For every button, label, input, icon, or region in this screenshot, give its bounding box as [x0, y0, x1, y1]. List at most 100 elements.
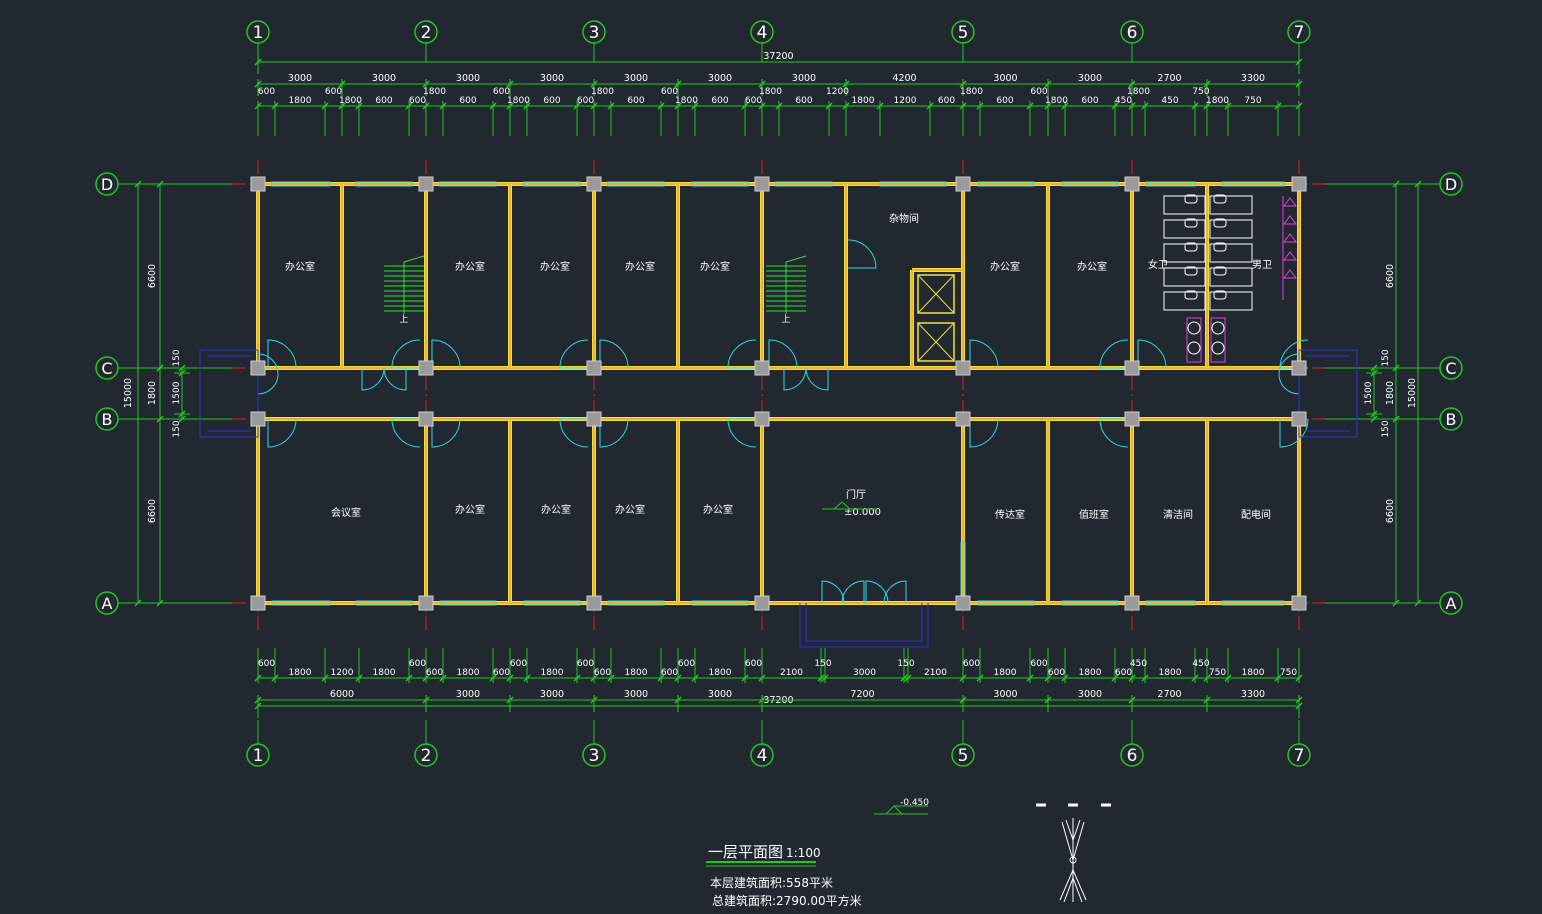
structural-column — [1124, 360, 1140, 376]
top-detail-dim-label: 600 — [409, 96, 426, 106]
bottom-bay-dim-label: 3000 — [1078, 689, 1102, 700]
bottom-detail-dim-label: 600 — [510, 659, 527, 669]
office-door-north — [1099, 339, 1129, 369]
grid-bubble-col-5: 5 — [958, 23, 969, 43]
grid-bubble-col-6: 6 — [1127, 746, 1138, 766]
bottom-detail-dim-label: 600 — [426, 668, 443, 678]
top-detail-dim-label: 1800 — [289, 96, 312, 106]
top-bay-dim-label: 3000 — [792, 73, 816, 84]
top-detail-dim-label: 1800 — [507, 96, 530, 106]
left-detail-label-mid: 1500 — [172, 381, 182, 404]
entrance-door — [841, 580, 865, 604]
grid-bubble-col-4: 4 — [757, 746, 768, 766]
office-door-north — [267, 339, 297, 369]
elevator-cross — [917, 274, 955, 314]
bottom-detail-dim-label: 1800 — [373, 668, 396, 678]
walls — [256, 182, 1301, 605]
grid-bubble-col-6: 6 — [1127, 23, 1138, 43]
sink-icon — [1187, 341, 1201, 355]
drawing-scale: 1:100 — [786, 846, 821, 860]
left-bay-label-top: 6600 — [147, 264, 158, 288]
grid-bubble-col-2: 2 — [421, 746, 432, 766]
grid-bubble-row-D: D — [1445, 175, 1457, 194]
top-detail-dim-label: 1800 — [1127, 87, 1150, 97]
top-detail-dim-label: 600 — [577, 96, 594, 106]
top-bay-dim-label: 3000 — [372, 73, 396, 84]
bottom-detail-dim-label: 1800 — [1079, 668, 1102, 678]
top-detail-dim-label: 1200 — [826, 87, 849, 97]
urinal-icon — [1283, 233, 1297, 243]
top-detail-dim-label: 600 — [745, 96, 762, 106]
structural-column — [955, 411, 971, 427]
structural-column — [955, 595, 971, 611]
structural-column — [250, 411, 266, 427]
bottom-detail-dim-label: 600 — [963, 659, 980, 669]
room-label-north: 办公室 — [1077, 260, 1107, 273]
floor-area-text: 本层建筑面积:558平米 — [710, 875, 833, 890]
office-door-north — [559, 339, 589, 369]
doors — [257, 239, 1309, 604]
bottom-bay-dim-label: 3000 — [456, 689, 480, 700]
top-detail-dim-label: 1800 — [1045, 96, 1068, 106]
stair-icon-arrow — [403, 255, 425, 314]
room-label-north: 办公室 — [285, 260, 315, 273]
office-door-north — [599, 339, 629, 369]
structural-column — [418, 176, 434, 192]
sink-icon — [1211, 341, 1225, 355]
toilet-stall-male — [1209, 219, 1253, 239]
dimension-lines: 37200372003000 3000 3000 3000 3000 3000 3000 42… — [118, 43, 1440, 744]
left-overall-label: 15000 — [123, 378, 134, 408]
bottom-detail-dim-label: 1800 — [289, 668, 312, 678]
drawing-title: 一层平面图 — [708, 843, 783, 861]
bottom-detail-dim-label: 600 — [493, 668, 510, 678]
double-door — [361, 367, 385, 391]
office-door-south — [1099, 418, 1129, 448]
bottom-detail-dim-label: 600 — [577, 659, 594, 669]
structural-column — [418, 411, 434, 427]
grid-bubble-col-7: 7 — [1294, 746, 1305, 766]
structural-column — [1124, 411, 1140, 427]
toilet-stall-male — [1209, 195, 1253, 215]
entrance-door — [821, 580, 845, 604]
top-detail-dim-label: 1800 — [852, 96, 875, 106]
urinal-icon — [1283, 197, 1297, 207]
structural-column — [1291, 595, 1307, 611]
room-label-south: 清洁间 — [1163, 508, 1193, 521]
top-detail-dim-label: 1800 — [1206, 96, 1229, 106]
office-door-south — [969, 418, 999, 448]
left-bay-label-mid: 1800 — [147, 381, 158, 405]
double-door — [383, 367, 407, 391]
top-bay-dim-label: 3000 — [624, 73, 648, 84]
bottom-detail-dim-label: 600 — [661, 668, 678, 678]
urinal-icon — [1283, 251, 1297, 261]
right-bay-label-bottom: 6600 — [1385, 499, 1396, 523]
grid-bubble-col-3: 3 — [589, 23, 600, 43]
top-detail-dim-label: 600 — [459, 96, 476, 106]
bottom-detail-dim-label: 600 — [678, 659, 695, 669]
top-detail-dim-label: 450 — [1115, 96, 1132, 106]
double-door — [783, 367, 807, 391]
office-door-south — [431, 418, 461, 448]
structural-column — [418, 595, 434, 611]
structural-column — [586, 595, 602, 611]
bottom-bay-dim-label: 7200 — [850, 689, 874, 700]
urinal-icon — [1283, 215, 1297, 225]
bottom-detail-dim-label: 450 — [1130, 659, 1147, 669]
structural-column — [1124, 176, 1140, 192]
office-door-north — [1137, 339, 1167, 369]
grid-bubble-row-C: C — [1445, 359, 1456, 378]
grid-bubble-row-B: B — [1446, 410, 1457, 429]
top-detail-dim-label: 600 — [258, 87, 275, 97]
room-label-south: 办公室 — [455, 503, 485, 516]
structural-column — [754, 176, 770, 192]
bottom-bay-dim-label: 2700 — [1157, 689, 1181, 700]
bottom-detail-dim-label: 1800 — [1159, 668, 1182, 678]
storage-door — [847, 239, 877, 269]
bottom-detail-dim-label: 2100 — [924, 668, 947, 678]
bottom-detail-dim-label: 600 — [1115, 668, 1132, 678]
double-door — [805, 367, 829, 391]
top-detail-dim-label: 750 — [1244, 96, 1261, 106]
structural-column — [1291, 411, 1307, 427]
top-detail-dim-label: 600 — [996, 96, 1013, 106]
top-detail-dim-label: 450 — [1161, 96, 1178, 106]
